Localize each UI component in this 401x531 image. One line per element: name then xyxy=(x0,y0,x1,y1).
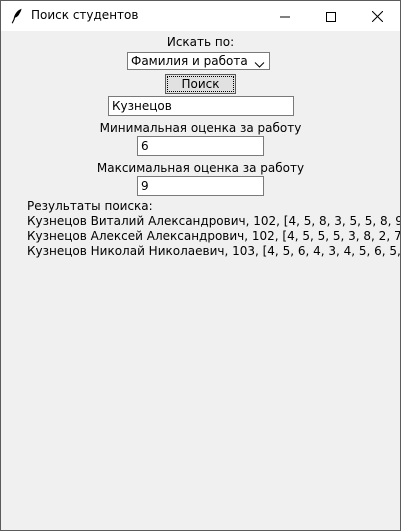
maximize-button[interactable] xyxy=(308,1,354,31)
close-button[interactable] xyxy=(354,1,400,31)
max-grade-label: Максимальная оценка за работу xyxy=(96,161,305,175)
app-window: Поиск студентов Искать по: Фамилия и раб… xyxy=(0,0,401,531)
minimize-button[interactable] xyxy=(262,1,308,31)
result-line: Кузнецов Алексей Александрович, 102, [4,… xyxy=(27,229,401,243)
result-line: Кузнецов Виталий Александрович, 102, [4,… xyxy=(27,214,401,228)
min-grade-label: Минимальная оценка за работу xyxy=(99,121,302,135)
chevron-down-icon xyxy=(254,57,265,68)
search-by-select[interactable]: Фамилия и работа xyxy=(127,52,270,70)
main-content: Искать по: Фамилия и работа Поиск Кузнец… xyxy=(1,31,400,530)
window-title: Поиск студентов xyxy=(31,8,139,22)
result-line: Кузнецов Николай Николаевич, 103, [4, 5,… xyxy=(27,244,401,258)
close-icon xyxy=(371,7,383,26)
results-title: Результаты поиска: xyxy=(27,199,153,213)
search-by-selected-value: Фамилия и работа xyxy=(131,54,248,68)
feather-icon xyxy=(11,8,23,24)
search-by-label: Искать по: xyxy=(166,35,235,49)
min-grade-input[interactable]: 6 xyxy=(137,136,264,156)
title-bar[interactable]: Поиск студентов xyxy=(1,1,400,31)
surname-input[interactable]: Кузнецов xyxy=(108,96,294,116)
max-grade-input[interactable]: 9 xyxy=(137,176,264,196)
search-button[interactable]: Поиск xyxy=(165,74,236,94)
minimize-icon xyxy=(280,7,290,26)
maximize-icon xyxy=(326,7,336,26)
